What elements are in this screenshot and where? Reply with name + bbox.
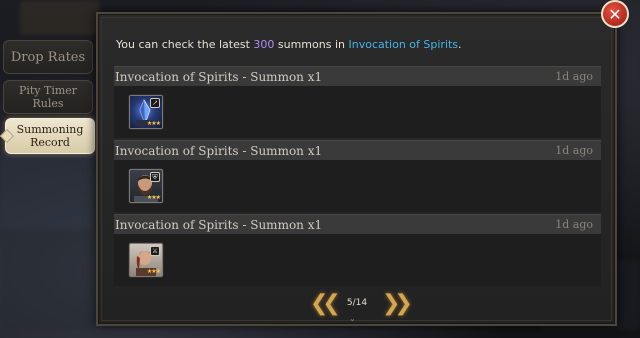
intro-middle: summons in	[274, 38, 349, 51]
class-badge-icon: ⚔	[150, 246, 160, 256]
record-count: 300	[253, 38, 275, 51]
star-rating: ★★★	[146, 268, 161, 275]
star-rating: ★★★	[146, 120, 161, 127]
tab-drop-rates-label: Drop Rates	[10, 49, 86, 65]
intro-suffix: .	[458, 38, 462, 51]
tab-drop-rates[interactable]: Drop Rates	[3, 40, 93, 74]
record-time: 1d ago	[555, 218, 593, 231]
record-header: Invocation of Spirits - Summon x1 1d ago	[114, 140, 601, 160]
record-header: Invocation of Spirits - Summon x1 1d ago	[114, 214, 601, 234]
star-rating: ★★★	[146, 194, 161, 201]
banner-link[interactable]: Invocation of Spirits	[348, 38, 458, 51]
intro-text: You can check the latest 300 summons in …	[116, 38, 462, 51]
pagination: ❮❮ 5/14 ❯❯	[300, 292, 413, 316]
record-item: Invocation of Spirits - Summon x1 1d ago…	[114, 66, 601, 138]
record-item: Invocation of Spirits - Summon x1 1d ago…	[114, 140, 601, 212]
class-badge-icon: ↗	[150, 98, 160, 108]
record-title: Invocation of Spirits - Summon x1	[115, 69, 323, 84]
chevron-down-icon: ⌄	[349, 314, 356, 323]
hero-portrait[interactable]: ⛨ ★★★	[129, 169, 163, 203]
tab-summoning-record-label: Summoning Record	[16, 123, 84, 149]
record-title: Invocation of Spirits - Summon x1	[115, 217, 323, 232]
next-page-icon[interactable]: ❯❯	[382, 293, 413, 315]
record-body: ⚔ ★★★	[114, 234, 601, 286]
intro-prefix: You can check the latest	[116, 38, 254, 51]
close-button[interactable]: ✕	[601, 0, 629, 28]
close-icon: ✕	[608, 4, 622, 24]
record-title: Invocation of Spirits - Summon x1	[115, 143, 323, 158]
tab-summoning-record[interactable]: Summoning Record	[5, 118, 95, 154]
record-item: Invocation of Spirits - Summon x1 1d ago…	[114, 214, 601, 286]
class-badge-icon: ⛨	[150, 172, 160, 182]
previous-page-icon[interactable]: ❮❮	[310, 293, 341, 315]
tab-pity-timer-rules[interactable]: Pity Timer Rules	[3, 80, 93, 114]
record-body: ⛨ ★★★	[114, 160, 601, 212]
record-header: Invocation of Spirits - Summon x1 1d ago	[114, 66, 601, 86]
record-body: ↗ ★★★	[114, 86, 601, 138]
hero-portrait[interactable]: ⚔ ★★★	[129, 243, 163, 277]
tab-pity-timer-rules-label: Pity Timer Rules	[18, 84, 78, 110]
record-time: 1d ago	[555, 70, 593, 83]
hero-portrait[interactable]: ↗ ★★★	[129, 95, 163, 129]
page-indicator: 5/14	[346, 298, 368, 308]
record-time: 1d ago	[555, 144, 593, 157]
